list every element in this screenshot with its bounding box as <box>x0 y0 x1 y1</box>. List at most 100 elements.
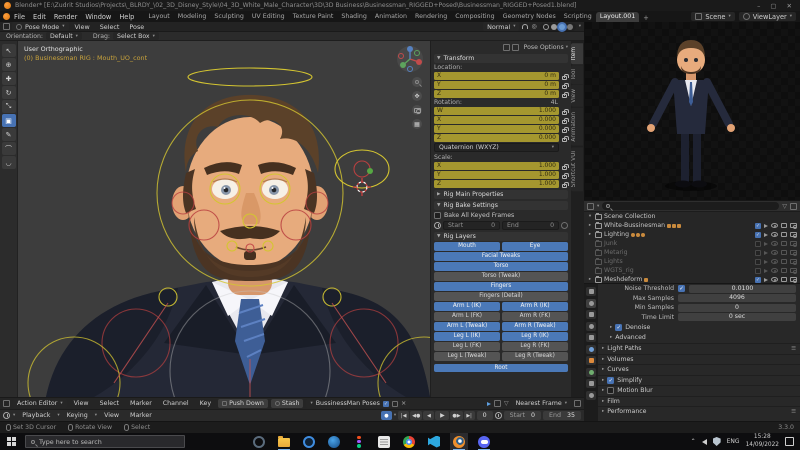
unlink-action-icon[interactable]: × <box>401 400 406 407</box>
lock-icon[interactable] <box>562 76 567 80</box>
hide-eye-icon[interactable] <box>771 232 778 237</box>
cursor-tool[interactable]: ⊕ <box>2 58 16 71</box>
tab-view[interactable]: View <box>571 85 583 107</box>
menu-file[interactable]: File <box>10 13 29 21</box>
hide-eye-icon[interactable] <box>771 250 778 255</box>
rotate-tool[interactable]: ↻ <box>2 86 16 99</box>
toggle-ortho-icon[interactable]: ▦ <box>412 119 422 129</box>
outliner-row-junk[interactable]: Junk <box>584 239 800 248</box>
filter-funnel-icon[interactable]: ▽ <box>782 203 787 210</box>
tab-geometry-nodes[interactable]: Geometry Nodes <box>499 12 560 22</box>
app-blue-circle-icon[interactable] <box>325 433 343 450</box>
jump-to-start-button[interactable]: |◀ <box>398 411 409 420</box>
tab-shortcut-vui[interactable]: Shortcut VUi <box>571 147 583 191</box>
lock-icon[interactable] <box>562 94 567 98</box>
section-menu-icon[interactable]: ☰ <box>791 346 796 352</box>
solid-shading-icon[interactable] <box>551 24 557 30</box>
rig-layer-arm-r-ik[interactable]: Arm R (IK) <box>502 302 568 311</box>
select-box-tool[interactable]: ↖ <box>2 44 16 57</box>
viewport-disable-icon[interactable] <box>781 250 787 255</box>
security-shield-icon[interactable] <box>713 437 721 446</box>
lock-icon[interactable] <box>562 175 567 179</box>
duplicate-action-icon[interactable] <box>392 401 398 407</box>
timeline-menu-marker[interactable]: Marker <box>126 412 156 419</box>
denoise-section[interactable]: ▸✓ Denoise <box>598 322 800 333</box>
transform-panel-header[interactable]: ▼ Transform <box>434 54 568 63</box>
bake-start-field[interactable]: Start0 <box>443 221 500 230</box>
tab-modeling[interactable]: Modeling <box>174 12 211 22</box>
proportional-edit-icon[interactable]: ◎ <box>531 23 536 30</box>
fake-user-shield-icon[interactable]: ✓ <box>383 401 389 407</box>
timeline-editor-icon[interactable] <box>3 412 10 419</box>
rig-layer-eye[interactable]: Eye <box>502 242 568 251</box>
hide-eye-icon[interactable] <box>771 259 778 264</box>
tab-compositing[interactable]: Compositing <box>451 12 498 22</box>
outliner-row-lighting[interactable]: ▸ Lighting ✓ <box>584 230 800 239</box>
bake-refresh-icon[interactable] <box>561 222 568 229</box>
view-layer-properties-tab[interactable] <box>586 322 596 331</box>
drag-dropdown[interactable]: Select Box ▾ <box>113 32 159 40</box>
volume-icon[interactable] <box>702 439 707 445</box>
filter-options-icon[interactable] <box>790 203 797 210</box>
time-limit-value[interactable]: 0 sec <box>678 313 796 321</box>
rotation-y-field[interactable]: Y0.000 <box>434 125 559 133</box>
dopesheet-menu-select[interactable]: Select <box>96 400 123 407</box>
volumes-section[interactable]: ▸Volumes <box>598 354 800 365</box>
rig-layer-arm-l-tweak[interactable]: Arm L (Tweak) <box>434 322 500 331</box>
scale-x-field[interactable]: X1.000 <box>434 162 559 170</box>
close-button[interactable]: ✕ <box>787 2 792 10</box>
pose-breakdowner-tool[interactable]: ◡ <box>2 156 16 169</box>
menu-render[interactable]: Render <box>50 13 81 21</box>
dopesheet-menu-marker[interactable]: Marker <box>126 400 156 407</box>
play-button[interactable]: ▶ <box>435 411 449 420</box>
exclude-checkbox[interactable] <box>755 259 761 265</box>
push-down-button[interactable]: Push Down <box>218 399 268 408</box>
data-properties-tab[interactable] <box>586 391 596 400</box>
viewport-disable-icon[interactable] <box>781 241 787 246</box>
prev-keyframe-button[interactable]: ◀● <box>410 411 422 420</box>
viewport-menu-view[interactable]: View <box>71 23 94 31</box>
exclude-checkbox[interactable]: ✓ <box>755 277 761 283</box>
tab-item[interactable]: Item <box>571 43 583 64</box>
max-samples-value[interactable]: 4096 <box>678 294 796 302</box>
menu-help[interactable]: Help <box>115 13 138 21</box>
tool-properties-tab[interactable] <box>586 287 596 296</box>
viewport-disable-icon[interactable] <box>781 232 787 237</box>
wireframe-shading-icon[interactable] <box>543 24 549 30</box>
move-tool[interactable]: ✚ <box>2 72 16 85</box>
rotation-z-field[interactable]: Z0.000 <box>434 134 559 142</box>
viewport-disable-icon[interactable] <box>781 223 787 228</box>
rotation-w-field[interactable]: W1.000 <box>434 107 559 115</box>
lock-icon[interactable] <box>562 111 567 115</box>
selectable-icon[interactable] <box>764 224 768 228</box>
tab-uv-editing[interactable]: UV Editing <box>248 12 289 22</box>
editor-type-icon[interactable] <box>3 400 10 407</box>
rig-bake-settings-header[interactable]: ▼ Rig Bake Settings <box>434 201 568 210</box>
tab-tool[interactable]: Tool <box>571 65 583 84</box>
rig-layer-fingers-detail[interactable]: Fingers (Detail) <box>434 292 568 301</box>
show-hidden-icon[interactable] <box>494 400 501 407</box>
bake-end-field[interactable]: End0 <box>502 221 559 230</box>
timeline-menu-playback[interactable]: Playback <box>18 412 54 419</box>
dopesheet-menu-view[interactable]: View <box>70 400 93 407</box>
mode-selector[interactable]: Pose Mode ▾ <box>12 22 69 31</box>
minimize-button[interactable]: – <box>757 2 760 10</box>
tab-sculpting[interactable]: Sculpting <box>210 12 247 22</box>
hidden-icons-chevron[interactable]: ⌃ <box>691 438 696 445</box>
dopesheet-mode-dropdown[interactable]: Action Editor▾ <box>13 399 67 408</box>
jump-to-end-button[interactable]: ▶| <box>464 411 475 420</box>
dopesheet-menu-channel[interactable]: Channel <box>159 400 193 407</box>
file-explorer-icon[interactable] <box>275 433 293 450</box>
output-properties-tab[interactable] <box>586 310 596 319</box>
language-indicator[interactable]: ENG <box>727 438 740 445</box>
rig-layer-arm-r-fk[interactable]: Arm R (FK) <box>502 312 568 321</box>
render-disable-icon[interactable] <box>790 232 797 237</box>
frame-end-field[interactable]: End35 <box>543 411 581 420</box>
rig-main-properties-header[interactable]: ▶ Rig Main Properties <box>434 190 568 199</box>
mirror-options-icon[interactable] <box>512 44 519 51</box>
maximize-button[interactable]: ▢ <box>770 2 776 10</box>
editor-type-icon[interactable] <box>587 203 594 210</box>
rig-layers-header[interactable]: ▼ Rig Layers <box>434 232 568 241</box>
rig-layer-arm-l-fk[interactable]: Arm L (FK) <box>434 312 500 321</box>
menu-window[interactable]: Window <box>81 13 115 21</box>
